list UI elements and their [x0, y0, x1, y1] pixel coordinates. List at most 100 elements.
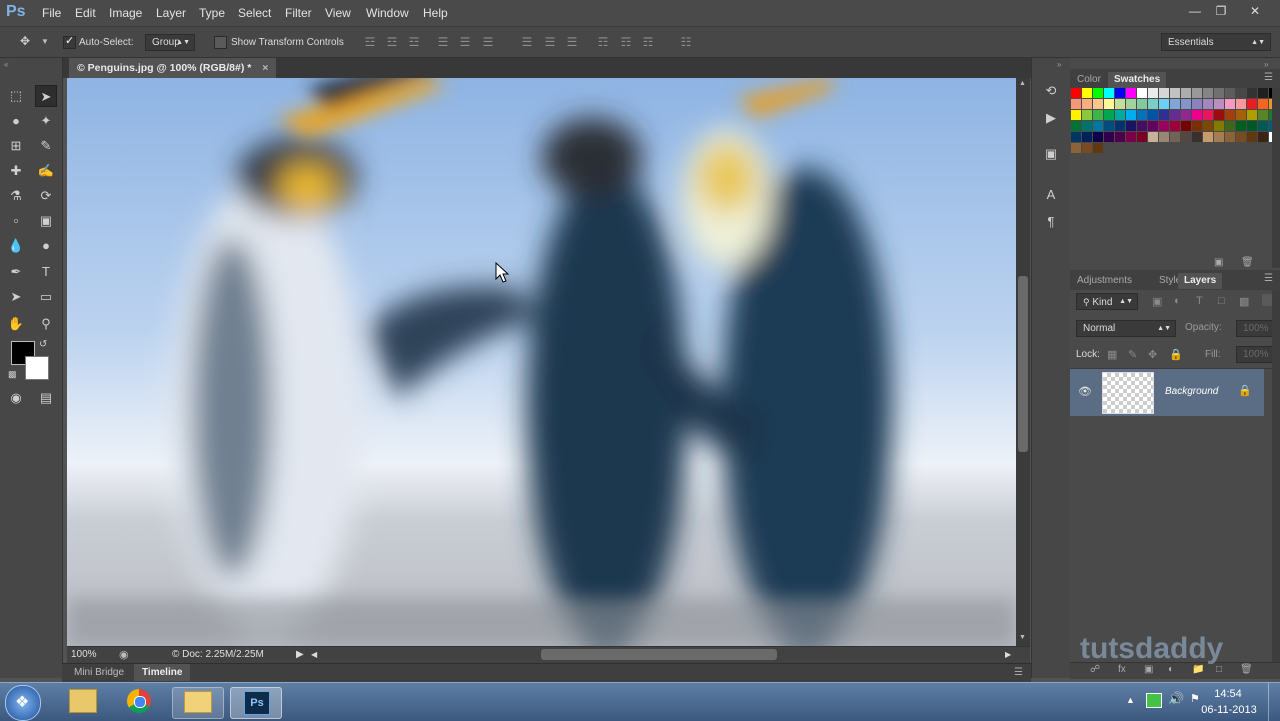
paragraph-panel-icon[interactable]: ¶: [1042, 213, 1060, 231]
color-swatch[interactable]: [1071, 143, 1081, 153]
swatches-scrollbar[interactable]: [1272, 88, 1280, 268]
color-swatch[interactable]: [1258, 99, 1268, 109]
menu-help[interactable]: Help: [423, 6, 448, 20]
taskbar-chrome[interactable]: [115, 687, 165, 717]
color-swatch[interactable]: [1115, 121, 1125, 131]
color-swatch[interactable]: [1137, 110, 1147, 120]
move-tool-preset-icon[interactable]: ✥: [18, 34, 32, 48]
minimize-button[interactable]: —: [1182, 2, 1208, 20]
color-swatch[interactable]: [1192, 88, 1202, 98]
collapse-icon[interactable]: »: [1264, 60, 1268, 69]
color-swatch[interactable]: [1192, 132, 1202, 142]
tab-timeline[interactable]: Timeline: [134, 664, 191, 681]
scroll-down-icon[interactable]: ▼: [1019, 634, 1026, 641]
color-swatch[interactable]: [1214, 110, 1224, 120]
auto-align-icon[interactable]: ☷: [679, 35, 693, 49]
color-swatch[interactable]: [1258, 110, 1268, 120]
blend-mode-dropdown[interactable]: Normal ▲▼: [1076, 320, 1176, 337]
menu-layer[interactable]: Layer: [156, 6, 186, 20]
distribute-left-icon[interactable]: ☶: [596, 35, 610, 49]
color-swatch[interactable]: [1148, 132, 1158, 142]
distribute-vcenter-icon[interactable]: ☰: [543, 35, 557, 49]
healing-brush-tool-icon[interactable]: ✚: [5, 160, 27, 182]
color-swatch[interactable]: [1225, 132, 1235, 142]
crop-tool-icon[interactable]: ⊞: [5, 135, 27, 157]
lock-all-icon[interactable]: 🔒: [1169, 348, 1183, 361]
close-tab-icon[interactable]: ×: [262, 62, 268, 74]
color-swatch[interactable]: [1214, 88, 1224, 98]
color-swatch[interactable]: [1093, 143, 1103, 153]
play-icon[interactable]: ▶: [296, 649, 304, 660]
align-top-icon[interactable]: ☲: [363, 35, 377, 49]
close-button[interactable]: ✕: [1242, 2, 1268, 20]
clone-stamp-tool-icon[interactable]: ⚗: [5, 185, 27, 207]
color-swatch[interactable]: [1225, 88, 1235, 98]
filter-type-icon[interactable]: T: [1196, 295, 1203, 307]
color-swatch[interactable]: [1225, 110, 1235, 120]
lock-position-icon[interactable]: ✥: [1148, 348, 1157, 361]
layer-filter-dropdown[interactable]: ⚲ Kind ▲▼: [1076, 293, 1138, 310]
color-swatch[interactable]: [1236, 99, 1246, 109]
color-swatch[interactable]: [1170, 88, 1180, 98]
rectangle-tool-icon[interactable]: ▭: [35, 286, 57, 308]
volume-icon[interactable]: 🔊: [1168, 691, 1184, 707]
color-swatch[interactable]: [1082, 132, 1092, 142]
color-swatch[interactable]: [1247, 121, 1257, 131]
layer-name[interactable]: Background: [1165, 386, 1218, 397]
color-swatch[interactable]: [1071, 132, 1081, 142]
delete-layer-icon[interactable]: 🗑: [1240, 664, 1253, 675]
color-swatch[interactable]: [1170, 121, 1180, 131]
color-swatch[interactable]: [1082, 110, 1092, 120]
scroll-right-icon[interactable]: ▶: [1005, 650, 1011, 659]
color-swatch[interactable]: [1104, 132, 1114, 142]
menu-filter[interactable]: Filter: [285, 6, 312, 20]
show-desktop-button[interactable]: [1268, 683, 1280, 721]
color-swatch[interactable]: [1170, 132, 1180, 142]
color-swatch[interactable]: [1115, 110, 1125, 120]
clock-date[interactable]: 06-11-2013: [1198, 704, 1260, 716]
color-swatch[interactable]: [1071, 110, 1081, 120]
filter-pixel-icon[interactable]: ▣: [1152, 295, 1162, 308]
panel-menu-icon[interactable]: ☰: [1014, 667, 1023, 678]
color-swatch[interactable]: [1236, 88, 1246, 98]
panel-menu-icon[interactable]: ☰: [1264, 273, 1273, 284]
workspace-dropdown[interactable]: Essentials ▲▼: [1161, 33, 1271, 51]
color-swatch[interactable]: [1093, 132, 1103, 142]
align-hcenter-icon[interactable]: ☰: [458, 35, 472, 49]
color-swatch[interactable]: [1115, 88, 1125, 98]
taskbar-explorer-library[interactable]: [57, 687, 107, 717]
layers-scrollbar[interactable]: [1272, 290, 1280, 662]
menu-select[interactable]: Select: [238, 6, 271, 20]
color-swatch[interactable]: [1170, 110, 1180, 120]
color-swatch[interactable]: [1225, 99, 1235, 109]
color-swatch[interactable]: [1126, 121, 1136, 131]
color-swatch[interactable]: [1093, 110, 1103, 120]
color-swatch[interactable]: [1236, 132, 1246, 142]
panel-menu-icon[interactable]: ☰: [1264, 72, 1273, 83]
color-swatch[interactable]: [1159, 121, 1169, 131]
auto-select-checkbox[interactable]: ✓: [63, 35, 76, 49]
swap-colors-icon[interactable]: ↺: [39, 339, 47, 350]
tab-color[interactable]: Color: [1071, 72, 1107, 88]
color-swatch[interactable]: [1203, 121, 1213, 131]
history-brush-tool-icon[interactable]: ⟳: [35, 185, 57, 207]
color-swatch[interactable]: [1236, 110, 1246, 120]
align-right-icon[interactable]: ☰: [481, 35, 495, 49]
color-swatch[interactable]: [1258, 132, 1268, 142]
filter-shape-icon[interactable]: □: [1218, 295, 1225, 307]
color-swatch[interactable]: [1093, 121, 1103, 131]
color-swatch[interactable]: [1247, 110, 1257, 120]
color-swatch[interactable]: [1247, 88, 1257, 98]
show-transform-checkbox[interactable]: [214, 36, 227, 49]
document-tab[interactable]: © Penguins.jpg @ 100% (RGB/8#) * ×: [69, 58, 277, 78]
restore-button[interactable]: ❐: [1208, 2, 1234, 20]
fill-input[interactable]: 100%: [1236, 346, 1276, 363]
blur-tool-icon[interactable]: 💧: [5, 235, 27, 257]
color-swatch[interactable]: [1137, 121, 1147, 131]
color-swatch[interactable]: [1104, 88, 1114, 98]
zoom-level[interactable]: 100%: [71, 649, 97, 660]
menu-edit[interactable]: Edit: [75, 6, 96, 20]
distribute-hcenter-icon[interactable]: ☶: [619, 35, 633, 49]
quick-select-tool-icon[interactable]: ✦: [35, 110, 57, 132]
type-tool-icon[interactable]: T: [35, 261, 57, 283]
